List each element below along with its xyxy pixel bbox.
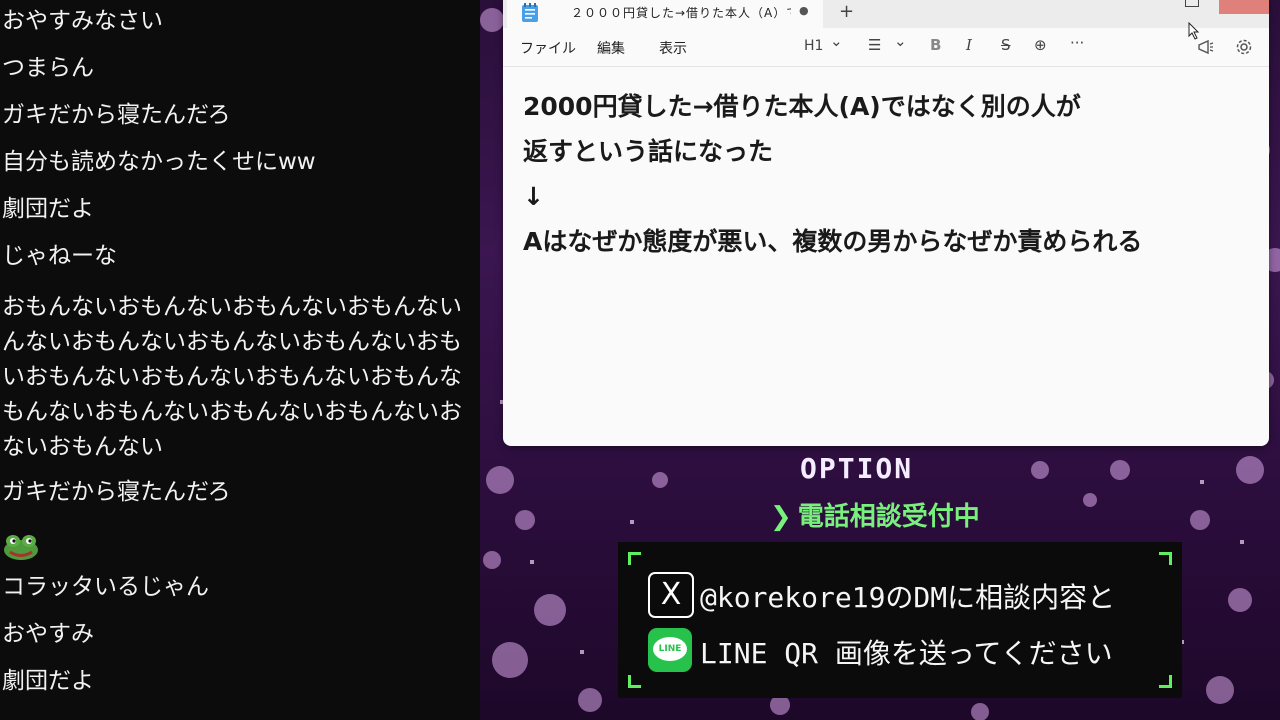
menu-view[interactable]: 表示 xyxy=(659,38,687,58)
chat-message: つまらん xyxy=(2,55,94,81)
frog-emote-icon xyxy=(4,535,38,560)
x-contact-text: @korekore19のDMに相談内容と xyxy=(700,581,1116,614)
close-button[interactable] xyxy=(1219,0,1269,14)
consult-banner: ❯ 電話相談受付中 xyxy=(770,496,980,533)
megaphone-icon[interactable] xyxy=(1197,39,1215,55)
chat-message: ガキだから寝たんだろ xyxy=(2,479,231,505)
editor-line: 2000円貸した→借りた本人(A)ではなく別の人が xyxy=(523,92,1081,121)
chevron-down-icon[interactable]: ⌄ xyxy=(894,32,907,50)
editor-line: 返すという話になった xyxy=(523,137,774,166)
chat-message: おやすみ xyxy=(2,621,94,647)
chat-message: 自分も読めなかったくせにww xyxy=(2,149,316,175)
chevron-down-icon[interactable]: ⌄ xyxy=(830,32,843,50)
heading-dropdown[interactable]: H1 xyxy=(804,38,823,54)
notepad-window: ２０００円貸した→借りた本人（A）て ● + ファイル 編集 表示 H1 ⌄ ☰… xyxy=(503,0,1269,446)
notepad-icon xyxy=(522,3,538,22)
tab-title: ２０００円貸した→借りた本人（A）て xyxy=(571,6,791,20)
chevron-right-icon: ❯ xyxy=(770,502,792,532)
unsaved-dot-icon[interactable]: ● xyxy=(799,4,809,17)
contact-info-box: X @korekore19のDMに相談内容と LINE LINE QR 画像を送… xyxy=(618,542,1182,698)
link-icon[interactable]: ⊕ xyxy=(1034,36,1047,54)
chat-panel: おやすみなさい つまらん ガキだから寝たんだろ 自分も読めなかったくせにww 劇… xyxy=(0,0,480,720)
settings-gear-icon[interactable] xyxy=(1235,38,1253,56)
menu-bar: ファイル 編集 表示 H1 ⌄ ☰ ⌄ B I S ⊕ ··· xyxy=(503,28,1269,67)
document-tab[interactable]: ２０００円貸した→借りた本人（A）て ● xyxy=(507,0,823,28)
chat-message-line: んないおもんないおもんないおもんないおも xyxy=(2,329,462,355)
chat-message: じゃねーな xyxy=(2,243,117,269)
frame-corner xyxy=(628,675,641,688)
menu-file[interactable]: ファイル xyxy=(520,38,576,58)
x-logo-icon: X xyxy=(648,572,694,618)
bold-button[interactable]: B xyxy=(930,36,941,54)
title-bar: ２０００円貸した→借りた本人（A）て ● + xyxy=(503,0,1269,28)
chat-message: コラッタいるじゃん xyxy=(2,574,209,600)
more-options-icon[interactable]: ··· xyxy=(1070,34,1084,52)
mouse-cursor-icon xyxy=(1188,22,1200,40)
strikethrough-button[interactable]: S xyxy=(1001,36,1011,54)
line-contact-text: LINE QR 画像を送ってください xyxy=(700,637,1113,670)
frame-corner xyxy=(1159,552,1172,565)
list-icon[interactable]: ☰ xyxy=(868,36,881,54)
chat-message-long: おもんないおもんないおもんないおもんない んないおもんないおもんないおもんないお… xyxy=(2,290,480,465)
editor-line: Aはなぜか態度が悪い、複数の男からなぜか責められる xyxy=(523,227,1143,256)
frame-corner xyxy=(628,552,641,565)
editor-line: ↓ xyxy=(523,182,544,211)
chat-message: 劇団だよ xyxy=(2,668,94,694)
option-title: OPTION xyxy=(800,452,914,485)
maximize-button[interactable] xyxy=(1185,0,1199,7)
line-logo-label: LINE xyxy=(653,637,687,661)
chat-message: ガキだから寝たんだろ xyxy=(2,102,231,128)
chat-message-line: おもんないおもんないおもんないおもんない xyxy=(2,294,462,320)
text-editor-area[interactable]: 2000円貸した→借りた本人(A)ではなく別の人が 返すという話になった ↓ A… xyxy=(523,84,1253,264)
new-tab-button[interactable]: + xyxy=(839,0,854,24)
chat-message-line: ないおもんない xyxy=(2,434,163,460)
chat-message-line: いおもんないおもんないおもんないおもんな xyxy=(2,364,462,390)
chat-message-line: もんないおもんないおもんないおもんないお xyxy=(2,399,462,425)
chat-message: おやすみなさい xyxy=(2,8,163,34)
frame-corner xyxy=(1159,675,1172,688)
chat-message: 劇団だよ xyxy=(2,196,94,222)
italic-button[interactable]: I xyxy=(966,36,972,54)
menu-edit[interactable]: 編集 xyxy=(597,38,625,58)
line-logo-icon: LINE xyxy=(648,628,692,672)
consult-text: 電話相談受付中 xyxy=(797,502,980,532)
